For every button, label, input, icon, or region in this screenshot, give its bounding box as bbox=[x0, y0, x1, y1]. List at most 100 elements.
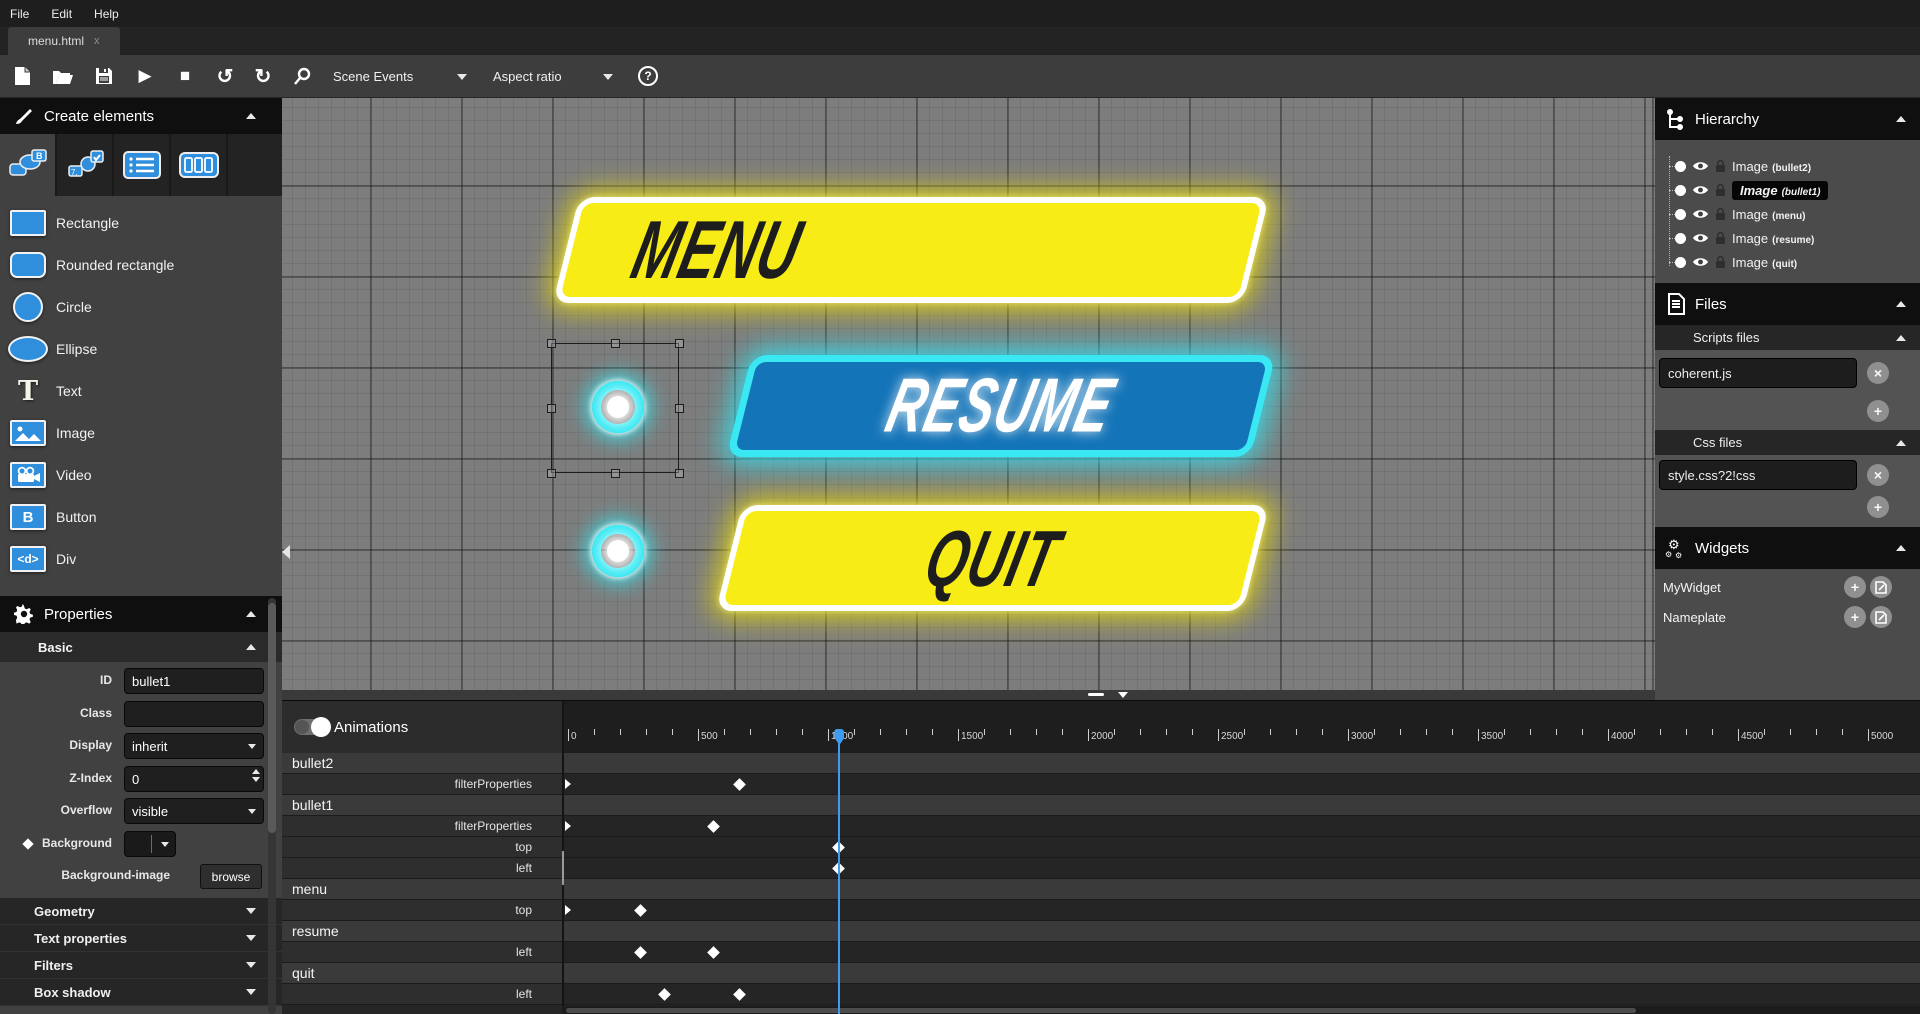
zindex-spinner[interactable] bbox=[252, 769, 260, 782]
keyframe-icon[interactable] bbox=[707, 820, 720, 833]
properties-header[interactable]: Properties bbox=[0, 596, 282, 632]
zindex-stepper[interactable] bbox=[124, 766, 264, 792]
selection-handle[interactable] bbox=[675, 469, 684, 478]
lock-icon[interactable] bbox=[1715, 231, 1726, 245]
play-icon[interactable]: ▶ bbox=[130, 61, 160, 91]
left-panel-scroll-thumb[interactable] bbox=[268, 603, 276, 833]
scene-events-caret-icon[interactable] bbox=[457, 74, 467, 80]
selection-handle[interactable] bbox=[611, 339, 620, 348]
create-elements-header[interactable]: Create elements bbox=[0, 98, 282, 134]
element-item-circle[interactable]: Circle bbox=[0, 286, 282, 328]
scene-events-dropdown[interactable]: Scene Events bbox=[333, 55, 413, 98]
keyframe-edge-icon[interactable] bbox=[565, 905, 571, 915]
collapse-caret-icon[interactable] bbox=[1896, 440, 1906, 446]
canvas[interactable]: MENURESUMEQUIT bbox=[282, 98, 1655, 700]
selection-handle[interactable] bbox=[611, 469, 620, 478]
canvas-scroll-thumb[interactable] bbox=[1088, 693, 1104, 696]
add-widget-button[interactable]: + bbox=[1844, 576, 1866, 598]
track-bullet1-left[interactable]: left bbox=[282, 858, 1920, 879]
panel-collapse-arrow-icon[interactable] bbox=[282, 545, 290, 559]
section-geometry[interactable]: Geometry bbox=[0, 898, 282, 925]
background-color-picker[interactable] bbox=[124, 831, 176, 857]
eye-icon[interactable] bbox=[1692, 232, 1709, 244]
section-box-shadow[interactable]: Box shadow bbox=[0, 979, 282, 1006]
visibility-dot-icon[interactable] bbox=[1675, 233, 1686, 244]
collapse-caret-icon[interactable] bbox=[1896, 116, 1906, 122]
track-group-bullet1[interactable]: bullet1 bbox=[282, 795, 1920, 816]
collapse-caret-icon[interactable] bbox=[1896, 301, 1906, 307]
new-file-icon[interactable] bbox=[7, 61, 37, 91]
collapse-caret-icon[interactable] bbox=[246, 113, 256, 119]
lock-icon[interactable] bbox=[1715, 183, 1726, 197]
menu-help[interactable]: Help bbox=[94, 7, 119, 21]
add-widget-button[interactable]: + bbox=[1844, 606, 1866, 628]
remove-file-button[interactable]: × bbox=[1867, 464, 1889, 486]
spin-up-icon[interactable] bbox=[252, 769, 260, 774]
menu-file[interactable]: File bbox=[10, 7, 29, 21]
aspect-ratio-dropdown[interactable]: Aspect ratio bbox=[493, 55, 562, 98]
hierarchy-item-menu[interactable]: Image(menu) bbox=[1675, 203, 1920, 225]
tab-close-icon[interactable]: x bbox=[94, 35, 100, 47]
timeline-hscrollbar[interactable] bbox=[562, 1006, 1920, 1014]
element-item-video[interactable]: Video bbox=[0, 454, 282, 496]
keyframe-icon[interactable] bbox=[634, 946, 647, 959]
track-group-quit[interactable]: quit bbox=[282, 963, 1920, 984]
class-field[interactable] bbox=[124, 701, 264, 727]
add-file-button[interactable]: + bbox=[1867, 496, 1889, 518]
eye-icon[interactable] bbox=[1692, 184, 1709, 196]
browse-button[interactable]: browse bbox=[200, 864, 262, 889]
undo-icon[interactable]: ↺ bbox=[210, 61, 240, 91]
track-bullet2-filterProperties[interactable]: filterProperties bbox=[282, 774, 1920, 795]
file-entry-input[interactable] bbox=[1659, 460, 1857, 490]
timeline-vscroll-thumb[interactable] bbox=[562, 851, 564, 885]
playhead-line[interactable] bbox=[838, 731, 840, 1014]
visibility-dot-icon[interactable] bbox=[1675, 257, 1686, 268]
visibility-dot-icon[interactable] bbox=[1675, 209, 1686, 220]
save-icon[interactable] bbox=[89, 61, 119, 91]
tab-list-elements[interactable] bbox=[114, 134, 171, 196]
bullet-bullet2[interactable] bbox=[592, 525, 644, 577]
section-text-properties[interactable]: Text properties bbox=[0, 925, 282, 952]
tab-input-elements[interactable] bbox=[171, 134, 228, 196]
keyframe-edge-icon[interactable] bbox=[565, 779, 571, 789]
selection-handle[interactable] bbox=[547, 404, 556, 413]
hierarchy-header[interactable]: Hierarchy bbox=[1655, 98, 1920, 140]
element-item-image[interactable]: Image bbox=[0, 412, 282, 454]
element-item-text[interactable]: TText bbox=[0, 370, 282, 412]
section-filters[interactable]: Filters bbox=[0, 952, 282, 979]
search-icon[interactable] bbox=[287, 61, 317, 91]
hierarchy-item-quit[interactable]: Image(quit) bbox=[1675, 251, 1920, 273]
spin-down-icon[interactable] bbox=[252, 777, 260, 782]
tab-menu-html[interactable]: menu.html x bbox=[8, 27, 120, 55]
tab-shape-elements[interactable]: B bbox=[0, 134, 57, 196]
track-group-resume[interactable]: resume bbox=[282, 921, 1920, 942]
element-item-button[interactable]: BButton bbox=[0, 496, 282, 538]
track-bullet1-filterProperties[interactable]: filterProperties bbox=[282, 816, 1920, 837]
timeline-hscroll-thumb[interactable] bbox=[566, 1008, 1636, 1013]
animations-toggle[interactable] bbox=[294, 719, 330, 735]
lock-icon[interactable] bbox=[1715, 255, 1726, 269]
hierarchy-item-bullet2[interactable]: Image(bullet2) bbox=[1675, 155, 1920, 177]
edit-widget-button[interactable] bbox=[1870, 606, 1892, 628]
eye-icon[interactable] bbox=[1692, 256, 1709, 268]
basic-section-header[interactable]: Basic bbox=[0, 632, 282, 662]
keyframe-icon[interactable] bbox=[634, 904, 647, 917]
help-icon[interactable]: ? bbox=[638, 66, 658, 86]
element-item-div[interactable]: <d>Div bbox=[0, 538, 282, 580]
menu-edit[interactable]: Edit bbox=[51, 7, 72, 21]
files-group-scripts-files[interactable]: Scripts files bbox=[1655, 325, 1920, 350]
files-header[interactable]: Files bbox=[1655, 283, 1920, 325]
redo-icon[interactable]: ↻ bbox=[248, 61, 278, 91]
canvas-scroll-arrow-icon[interactable] bbox=[1118, 692, 1128, 698]
game-button-quit[interactable]: QUIT bbox=[716, 505, 1269, 611]
hierarchy-item-bullet1[interactable]: Image(bullet1) bbox=[1675, 179, 1920, 201]
selection-handle[interactable] bbox=[547, 469, 556, 478]
lock-icon[interactable] bbox=[1715, 207, 1726, 221]
aspect-ratio-caret-icon[interactable] bbox=[603, 74, 613, 80]
id-field[interactable] bbox=[124, 668, 264, 694]
track-quit-left[interactable]: left bbox=[282, 984, 1920, 1005]
stop-icon[interactable]: ■ bbox=[170, 61, 200, 91]
collapse-caret-icon[interactable] bbox=[246, 611, 256, 617]
track-bullet1-top[interactable]: top bbox=[282, 837, 1920, 858]
eye-icon[interactable] bbox=[1692, 160, 1709, 172]
